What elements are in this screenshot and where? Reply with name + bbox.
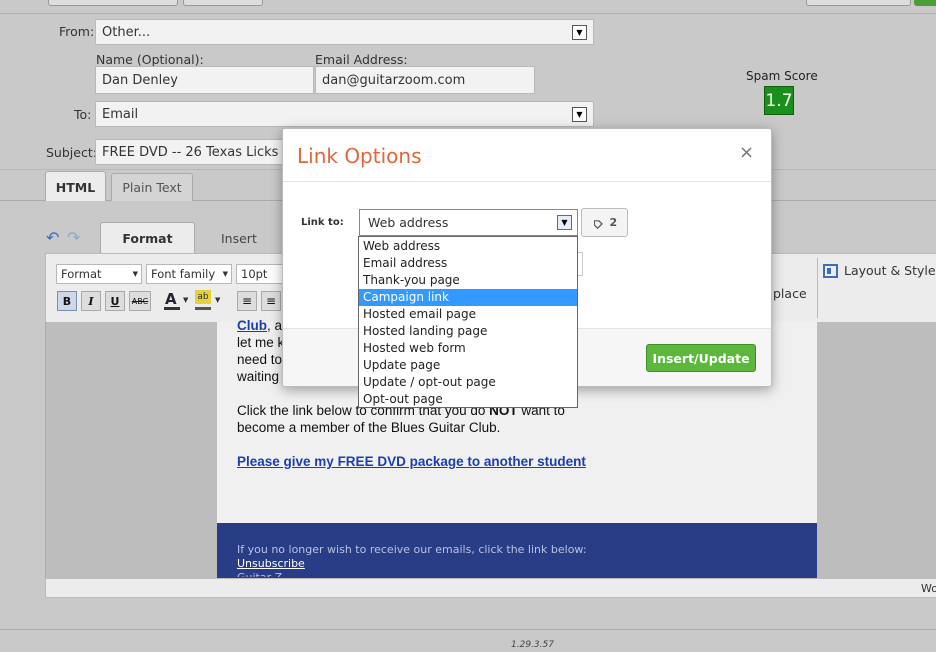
italic-label: I [88,294,94,308]
option-hosted-email-page[interactable]: Hosted email page [359,306,577,323]
from-select[interactable]: Other... ▼ [95,19,594,45]
spam-score-label: Spam Score [746,69,818,83]
top-button-mid[interactable] [183,0,263,6]
email-input[interactable]: dan@guitarzoom.com [315,66,535,94]
option-hosted-web-form[interactable]: Hosted web form [359,340,577,357]
email-line-4: waiting [237,369,280,384]
replace-label[interactable]: place [773,286,807,301]
bold-button[interactable]: B [57,291,77,311]
insert-update-button[interactable]: Insert/Update [646,344,756,372]
top-button-green[interactable] [914,0,936,6]
email-line-2: let me k [237,335,285,350]
layout-style-button[interactable]: Layout & Style [823,263,936,278]
option-web-address[interactable]: Web address [359,238,577,255]
version-label: 1.29.3.57 [511,640,554,650]
option-thank-you-page[interactable]: Thank-you page [359,272,577,289]
to-select-value: Email [102,106,139,122]
bottom-divider [0,629,936,630]
chevron-down-icon: ▼ [132,270,138,278]
tab-plain-text[interactable]: Plain Text [111,173,193,201]
email-line-1: Club, a [237,317,282,334]
footer-note: If you no longer wish to receive our ema… [237,543,587,556]
merge-tag-button[interactable]: ⌂ 2 [581,208,628,237]
font-family-select[interactable]: Font family ▼ [146,264,232,284]
option-campaign-link[interactable]: Campaign link [359,289,577,306]
tab-format[interactable]: Format [100,222,195,254]
name-label: Name (Optional): [96,52,204,67]
chevron-down-icon: ▼ [572,107,587,122]
top-divider [0,13,936,14]
chevron-down-icon: ▼ [222,270,228,278]
option-update-opt-out-page[interactable]: Update / opt-out page [359,374,577,391]
to-select[interactable]: Email ▼ [95,101,594,127]
email-line-3: need to [237,352,283,367]
redo-icon[interactable]: ↷ [67,228,80,247]
tab-format-label: Format [122,231,173,246]
format-select-value: Format [61,267,102,281]
tab-plain-text-label: Plain Text [122,180,182,195]
top-button-right[interactable] [806,0,911,6]
tab-insert-label: Insert [221,231,257,246]
unsubscribe-link[interactable]: Unsubscribe [237,557,305,570]
from-select-value: Other... [102,24,151,40]
text-color-icon[interactable]: A ▼ [162,290,190,312]
align-center-icon[interactable]: ≡ [261,291,281,311]
top-button-left[interactable] [48,0,178,6]
tag-count: 2 [609,216,618,229]
layout-style-icon [823,263,838,278]
option-hosted-landing-page[interactable]: Hosted landing page [359,323,577,340]
underline-button[interactable]: U [105,291,125,311]
cta-link[interactable]: Please give my FREE DVD package to anoth… [237,453,586,470]
tab-html-label: HTML [55,179,96,195]
bold-label: B [62,294,72,308]
footer-cut-text: Guitar Z [237,571,282,577]
layout-style-label: Layout & Style [844,263,936,278]
chevron-down-icon: ▼ [572,25,587,40]
tab-html[interactable]: HTML [45,171,106,202]
link-to-select[interactable]: Web address ▼ [359,209,578,236]
option-update-page[interactable]: Update page [359,357,577,374]
format-select[interactable]: Format ▼ [56,264,142,284]
font-size-select[interactable]: 10pt [236,264,286,284]
strikethrough-label: ABC [131,296,149,306]
underline-label: U [110,294,120,308]
from-label: From: [59,24,95,39]
spam-score-badge: 1.7 [764,86,794,115]
chevron-down-icon: ▼ [557,215,572,230]
tab-insert[interactable]: Insert [221,231,257,246]
email-label: Email Address: [315,52,408,67]
link-to-label: Link to: [301,217,344,228]
subject-input[interactable]: FREE DVD -- 26 Texas Licks by [95,139,295,165]
align-left-icon[interactable]: ≡ [237,291,257,311]
editor-status-bar [45,578,936,598]
option-email-address[interactable]: Email address [359,255,577,272]
email-line-1-rest: , a [267,318,283,333]
undo-icon[interactable]: ↶ [46,228,59,247]
subject-label: Subject: [46,145,97,160]
option-opt-out-page[interactable]: Opt-out page [359,391,577,408]
tag-icon: ⌂ [586,212,607,233]
modal-header-divider [283,181,771,182]
strikethrough-button[interactable]: ABC [129,291,151,311]
name-input[interactable]: Dan Denley [95,66,314,94]
close-icon[interactable]: × [739,142,754,163]
link-to-dropdown-list: Web address Email address Thank-you page… [358,236,578,408]
font-family-select-value: Font family [151,267,216,281]
link-to-select-value: Web address [368,215,449,230]
font-size-select-value: 10pt [241,267,268,281]
email-para-2-line-2: become a member of the Blues Guitar Club… [237,420,501,435]
status-bar-text: Wo [921,582,936,595]
club-link[interactable]: Club [237,318,267,333]
italic-button[interactable]: I [81,291,101,311]
modal-title: Link Options [297,144,422,168]
to-label: To: [74,107,92,122]
toolbar-separator [817,258,818,318]
highlight-color-icon[interactable]: ab ▼ [193,290,223,312]
